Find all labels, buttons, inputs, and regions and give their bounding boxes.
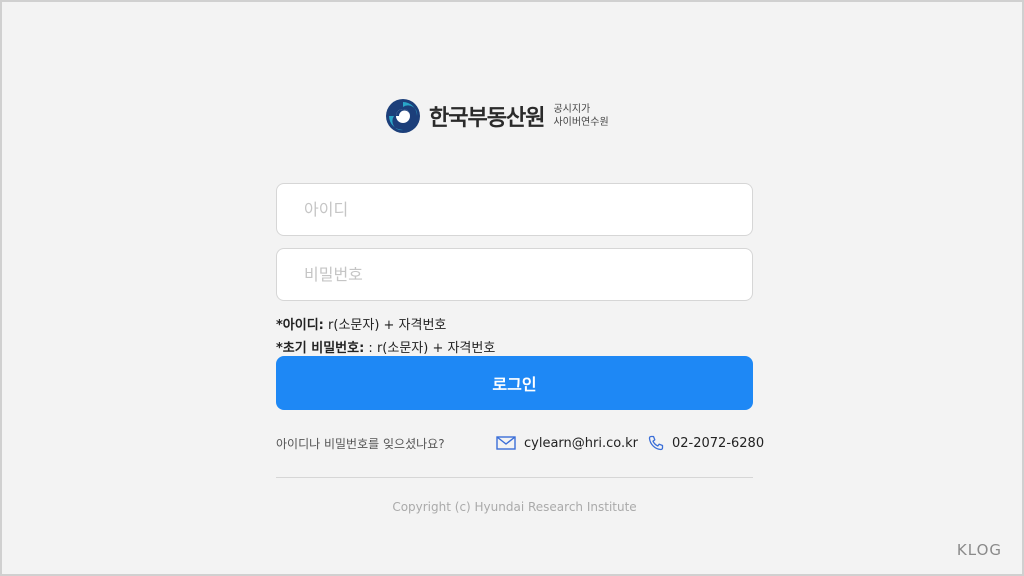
- forgot-credentials-link[interactable]: 아이디나 비밀번호를 잊으셨나요?: [276, 435, 445, 452]
- id-hint-label: *아이디:: [276, 318, 324, 333]
- phone-icon: [648, 435, 664, 451]
- logo-name: 한국부동산원: [429, 106, 545, 131]
- copyright-text: Copyright (c) Hyundai Research Institute: [392, 500, 637, 514]
- password-hint: *초기 비밀번호: : r(소문자) + 자격번호: [276, 337, 495, 356]
- password-hint-value: : r(소문자) + 자격번호: [364, 341, 496, 356]
- divider: [276, 477, 753, 478]
- envelope-icon: [496, 436, 516, 450]
- logo: 한국부동산원 공시지가 사이버연수원: [385, 96, 609, 136]
- password-hint-label: *초기 비밀번호:: [276, 341, 365, 356]
- logo-subtitle: 공시지가 사이버연수원: [553, 103, 608, 129]
- login-button[interactable]: 로그인: [276, 356, 753, 410]
- phone-contact[interactable]: 02-2072-6280: [648, 433, 764, 453]
- email-address: cylearn@hri.co.kr: [524, 435, 638, 451]
- logo-subtitle-line2: 사이버연수원: [553, 117, 609, 128]
- phone-number: 02-2072-6280: [672, 435, 765, 451]
- email-contact[interactable]: cylearn@hri.co.kr: [496, 433, 638, 453]
- id-hint-value: r(소문자) + 자격번호: [323, 318, 447, 333]
- logo-subtitle-line1: 공시지가: [553, 104, 591, 115]
- password-input[interactable]: [276, 248, 753, 301]
- id-input[interactable]: [276, 183, 753, 236]
- id-hint: *아이디: r(소문자) + 자격번호: [276, 314, 446, 333]
- watermark: KLOG: [956, 541, 1002, 559]
- logo-mark-icon: [386, 99, 420, 133]
